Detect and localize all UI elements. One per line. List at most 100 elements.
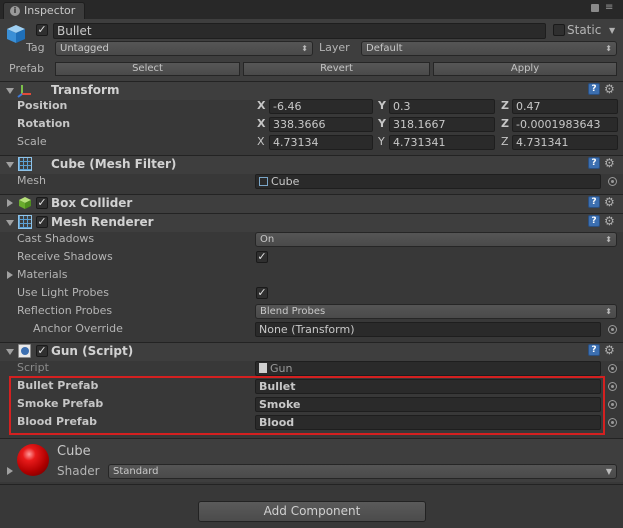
layer-value: Default <box>366 43 403 54</box>
position-x-label[interactable]: X <box>257 97 265 115</box>
position-z-field[interactable]: 0.47 <box>512 99 618 114</box>
mesh-grid-icon <box>259 177 268 186</box>
box-collider-title: Box Collider <box>51 196 133 210</box>
menu-icon[interactable]: ≡ <box>605 2 613 14</box>
reflection-probes-dropdown[interactable]: Blend Probes ⬍ <box>255 304 617 319</box>
tag-dropdown[interactable]: Untagged ⬍ <box>55 41 313 56</box>
prefab-apply-button[interactable]: Apply <box>433 62 617 76</box>
object-picker-icon[interactable] <box>608 382 617 391</box>
gear-icon[interactable]: ⚙ <box>604 343 615 357</box>
mesh-renderer-icon <box>18 215 32 229</box>
object-picker-icon[interactable] <box>608 400 617 409</box>
tab-inspector[interactable]: i Inspector <box>3 2 85 19</box>
smoke-prefab-field[interactable]: Smoke <box>255 397 601 412</box>
blood-prefab-field[interactable]: Blood <box>255 415 601 430</box>
material-name: Cube <box>57 444 91 459</box>
rotation-x-field[interactable]: 338.3666 <box>269 117 373 132</box>
receive-shadows-checkbox[interactable]: ✓ <box>256 251 268 263</box>
gear-icon[interactable]: ⚙ <box>604 156 615 170</box>
foldout-arrow[interactable] <box>6 162 14 168</box>
tag-label: Tag <box>26 41 45 54</box>
object-picker-icon[interactable] <box>608 364 617 373</box>
bottom-separator <box>0 484 623 485</box>
rotation-y-field[interactable]: 318.1667 <box>389 117 495 132</box>
tab-bar <box>0 0 623 19</box>
layer-dropdown[interactable]: Default ⬍ <box>361 41 617 56</box>
script-value: Gun <box>270 362 293 375</box>
position-x-field[interactable]: -6.46 <box>269 99 373 114</box>
blood-prefab-label: Blood Prefab <box>17 415 98 428</box>
object-picker-icon[interactable] <box>608 177 617 186</box>
cast-shadows-dropdown[interactable]: On ⬍ <box>255 232 617 247</box>
transform-icon <box>17 83 33 98</box>
materials-foldout-arrow[interactable] <box>7 271 13 279</box>
help-icon[interactable]: ? <box>588 344 600 356</box>
position-y-label[interactable]: Y <box>378 97 386 115</box>
lock-icon[interactable] <box>591 4 599 12</box>
rotation-z-field[interactable]: -0.0001983643 <box>512 117 618 132</box>
static-dropdown-arrow[interactable]: ▼ <box>609 26 615 35</box>
foldout-arrow[interactable] <box>6 349 14 355</box>
mesh-value: Cube <box>271 175 300 188</box>
prefab-select-button[interactable]: Select <box>55 62 240 76</box>
help-icon[interactable]: ? <box>588 157 600 169</box>
gun-script-enabled-checkbox[interactable]: ✓ <box>36 345 48 357</box>
receive-shadows-label: Receive Shadows <box>17 250 113 263</box>
gear-icon[interactable]: ⚙ <box>604 195 615 209</box>
rotation-label: Rotation <box>17 117 71 130</box>
foldout-arrow[interactable] <box>6 88 14 94</box>
mesh-renderer-enabled-checkbox[interactable]: ✓ <box>36 216 48 228</box>
rotation-z-label[interactable]: Z <box>501 115 509 133</box>
light-probes-checkbox[interactable]: ✓ <box>256 287 268 299</box>
help-icon[interactable]: ? <box>588 83 600 95</box>
object-picker-icon[interactable] <box>608 418 617 427</box>
gear-icon[interactable]: ⚙ <box>604 214 615 228</box>
materials-label[interactable]: Materials <box>17 266 67 284</box>
bullet-prefab-field[interactable]: Bullet <box>255 379 601 394</box>
foldout-arrow[interactable] <box>7 199 13 207</box>
material-foldout-arrow[interactable] <box>7 467 13 475</box>
layer-label: Layer <box>319 41 350 54</box>
rotation-y-label[interactable]: Y <box>378 115 386 133</box>
mesh-field[interactable]: Cube <box>255 174 601 189</box>
light-probes-label: Use Light Probes <box>17 286 109 299</box>
shader-dropdown[interactable]: Standard ▼ <box>108 464 617 479</box>
static-checkbox[interactable] <box>553 24 565 36</box>
anchor-override-label: Anchor Override <box>33 322 123 335</box>
chevron-down-icon: ▼ <box>605 467 612 476</box>
cast-shadows-label: Cast Shadows <box>17 232 95 245</box>
gun-script-title: Gun (Script) <box>51 344 134 358</box>
foldout-arrow[interactable] <box>6 220 14 226</box>
add-component-button[interactable]: Add Component <box>198 501 426 522</box>
box-collider-icon <box>18 196 32 210</box>
object-name-field[interactable]: Bullet <box>53 23 546 39</box>
anchor-override-field[interactable]: None (Transform) <box>255 322 601 337</box>
object-picker-icon[interactable] <box>608 325 617 334</box>
position-y-field[interactable]: 0.3 <box>389 99 495 114</box>
prefab-revert-button[interactable]: Revert <box>243 62 430 76</box>
smoke-prefab-label: Smoke Prefab <box>17 397 104 410</box>
script-field: Gun <box>255 361 601 376</box>
position-z-label[interactable]: Z <box>501 97 509 115</box>
scale-z-label[interactable]: Z <box>501 133 509 151</box>
scale-z-field[interactable]: 4.731341 <box>512 135 618 150</box>
box-collider-enabled-checkbox[interactable]: ✓ <box>36 197 48 209</box>
cube-object-icon <box>6 24 26 44</box>
active-checkbox[interactable]: ✓ <box>36 24 48 36</box>
add-component-label: Add Component <box>263 504 361 518</box>
help-icon[interactable]: ? <box>588 215 600 227</box>
help-icon[interactable]: ? <box>588 196 600 208</box>
chevron-updown-icon: ⬍ <box>301 44 308 53</box>
scale-x-label[interactable]: X <box>257 133 265 151</box>
static-label: Static <box>567 23 602 37</box>
scale-x-field[interactable]: 4.73134 <box>269 135 373 150</box>
shader-label: Shader <box>57 464 100 478</box>
rotation-x-label[interactable]: X <box>257 115 265 133</box>
gear-icon[interactable]: ⚙ <box>604 82 615 96</box>
bullet-prefab-label: Bullet Prefab <box>17 379 99 392</box>
script-icon <box>18 344 31 358</box>
scale-y-field[interactable]: 4.731341 <box>389 135 495 150</box>
scale-y-label[interactable]: Y <box>378 133 385 151</box>
reflection-probes-label: Reflection Probes <box>17 304 113 317</box>
script-label: Script <box>17 361 49 374</box>
